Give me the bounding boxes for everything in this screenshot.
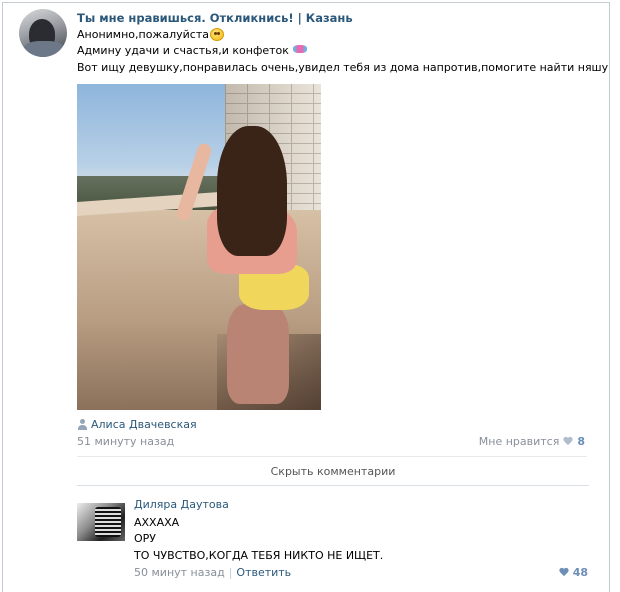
photo-figure-legs [227, 304, 289, 404]
like-label: Мне нравится [478, 435, 560, 448]
comment-like-button[interactable]: 48 [555, 566, 588, 579]
comment-author-link[interactable]: Диляра Даутова [134, 498, 229, 511]
heart-icon [563, 437, 573, 446]
comment-like-count: 48 [572, 566, 588, 579]
photo-sky [77, 84, 237, 184]
comment-avatar[interactable] [77, 503, 125, 541]
reply-link[interactable]: Ответить [236, 566, 291, 579]
post-like-button[interactable]: Мне нравится 8 [479, 435, 585, 448]
post-text-line-1: Анонимно,пожалуйста [77, 28, 224, 41]
comment-line: ТО ЧУВСТВО,КОГДА ТЕБЯ НИКТО НЕ ИЩЕТ. [134, 549, 384, 562]
avatar-shirt [23, 41, 65, 57]
divider [77, 485, 589, 486]
comment-meta: 50 минут назад | Ответить [134, 566, 291, 579]
separator: | [228, 566, 233, 579]
post-author-link[interactable]: Алиса Двачевская [91, 418, 197, 431]
post-timestamp[interactable]: 51 минуту назад [77, 435, 174, 448]
comment-line: ОРУ [134, 532, 156, 545]
heart-icon [559, 568, 569, 577]
hide-comments-link[interactable]: Скрыть комментарии [77, 465, 589, 478]
post-like-count: 8 [577, 435, 585, 448]
divider [77, 456, 587, 457]
avatar-image-detail [95, 507, 121, 537]
post-line-1-text: Анонимно,пожалуйста [77, 28, 209, 41]
group-avatar[interactable] [19, 9, 67, 57]
post-title[interactable]: Ты мне нравишься. Откликнись! | Казань [77, 11, 353, 25]
post-text-line-2: Админу удачи и счастья,и конфеток [77, 44, 308, 57]
candy-icon [293, 45, 308, 53]
user-icon [78, 419, 87, 430]
smiley-face-icon [209, 28, 224, 41]
post-line-2-text: Админу удачи и счастья,и конфеток [77, 44, 289, 57]
photo-figure-hair [217, 126, 287, 256]
post-text-line-3: Вот ищу девушку,понравилась очень,увидел… [77, 61, 609, 74]
comment-line: АХХАХА [134, 516, 180, 529]
comment-timestamp[interactable]: 50 минут назад [134, 566, 225, 579]
post-photo[interactable] [77, 84, 321, 410]
